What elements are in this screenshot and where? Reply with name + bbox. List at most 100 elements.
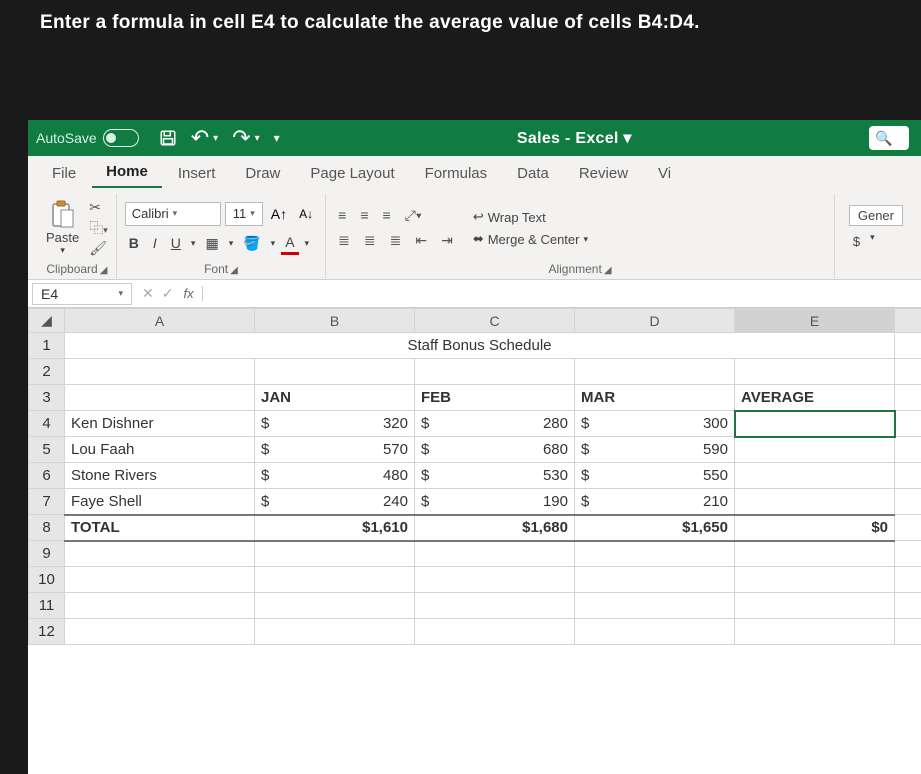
cell[interactable] [65, 541, 255, 567]
cell[interactable] [415, 619, 575, 645]
cell[interactable] [575, 359, 735, 385]
cell[interactable] [895, 411, 921, 437]
bold-button[interactable]: B [125, 233, 143, 253]
fill-color-icon[interactable]: 🪣 [239, 233, 264, 254]
font-name-select[interactable]: Calibri▾ [125, 202, 221, 226]
undo-caret-icon[interactable]: ▾ [213, 133, 218, 144]
cell[interactable] [65, 359, 255, 385]
cell[interactable]: $590 [575, 437, 735, 463]
row-header[interactable]: 8 [29, 515, 65, 541]
cell[interactable]: $530 [415, 463, 575, 489]
tab-data[interactable]: Data [503, 159, 563, 188]
col-header-B[interactable]: B [255, 309, 415, 333]
cell[interactable] [415, 593, 575, 619]
tab-view[interactable]: Vi [644, 159, 685, 188]
save-icon[interactable] [159, 129, 177, 147]
cell[interactable]: $300 [575, 411, 735, 437]
fx-icon[interactable]: fx [183, 286, 202, 301]
row-header[interactable]: 3 [29, 385, 65, 411]
cell[interactable]: TOTAL [65, 515, 255, 541]
cell[interactable] [575, 567, 735, 593]
row-header[interactable]: 11 [29, 593, 65, 619]
formula-input[interactable] [203, 292, 921, 296]
row-header[interactable]: 10 [29, 567, 65, 593]
cell[interactable]: $480 [255, 463, 415, 489]
cell[interactable]: $0 [735, 515, 895, 541]
redo-icon[interactable]: ↷ [232, 125, 250, 151]
cut-icon[interactable]: ✂ [89, 199, 108, 216]
cell[interactable] [735, 619, 895, 645]
cell[interactable] [895, 619, 921, 645]
align-left-icon[interactable]: ≣ [334, 230, 354, 251]
cell[interactable] [255, 593, 415, 619]
cell[interactable] [255, 359, 415, 385]
cell[interactable] [735, 489, 895, 515]
cell[interactable]: Ken Dishner [65, 411, 255, 437]
copy-icon[interactable]: ⿻▾ [89, 218, 108, 238]
cell[interactable] [65, 619, 255, 645]
cell[interactable]: $240 [255, 489, 415, 515]
cell[interactable] [895, 515, 921, 541]
row-header[interactable]: 4 [29, 411, 65, 437]
cell[interactable] [895, 385, 921, 411]
tab-file[interactable]: File [38, 159, 90, 188]
currency-icon[interactable]: $ [849, 232, 864, 251]
font-size-select[interactable]: 11▾ [225, 202, 263, 226]
cell-E4-active[interactable] [735, 411, 895, 437]
paste-caret-icon[interactable]: ▾ [60, 245, 65, 256]
row-header[interactable]: 1 [29, 333, 65, 359]
cell[interactable] [415, 541, 575, 567]
cell[interactable] [895, 541, 921, 567]
format-painter-icon[interactable]: 🖌 [89, 240, 108, 257]
font-color-icon[interactable]: A [281, 232, 298, 255]
cell[interactable] [895, 593, 921, 619]
clipboard-launcher-icon[interactable]: ◢ [100, 265, 108, 276]
cell[interactable] [735, 359, 895, 385]
cell-title[interactable]: Staff Bonus Schedule [65, 333, 895, 359]
cell[interactable] [895, 463, 921, 489]
align-center-icon[interactable]: ≣ [360, 230, 380, 251]
col-header-D[interactable]: D [575, 309, 735, 333]
autosave-switch-icon[interactable] [103, 129, 139, 147]
col-header-A[interactable]: A [65, 309, 255, 333]
cell[interactable]: MAR [575, 385, 735, 411]
cell[interactable]: AVERAGE [735, 385, 895, 411]
col-header-E[interactable]: E [735, 309, 895, 333]
merge-center-button[interactable]: ⬌Merge & Center ▾ [473, 231, 588, 247]
number-format-select[interactable]: Gener [849, 205, 903, 226]
cell[interactable]: $190 [415, 489, 575, 515]
cell[interactable]: $680 [415, 437, 575, 463]
row-header[interactable]: 2 [29, 359, 65, 385]
cell[interactable] [895, 359, 921, 385]
autosave-toggle[interactable]: AutoSave [36, 129, 139, 147]
cell[interactable] [415, 567, 575, 593]
tab-formulas[interactable]: Formulas [411, 159, 502, 188]
cell[interactable] [65, 567, 255, 593]
cell[interactable]: $210 [575, 489, 735, 515]
col-header-F[interactable]: F [895, 309, 921, 333]
increase-font-icon[interactable]: A↑ [267, 204, 291, 224]
cell[interactable] [575, 593, 735, 619]
tab-home[interactable]: Home [92, 157, 162, 188]
undo-icon[interactable]: ↶ [191, 125, 209, 151]
align-middle-icon[interactable]: ≡ [356, 205, 372, 226]
cell[interactable]: $320 [255, 411, 415, 437]
underline-button[interactable]: U [167, 233, 185, 253]
row-header[interactable]: 6 [29, 463, 65, 489]
col-header-C[interactable]: C [415, 309, 575, 333]
align-right-icon[interactable]: ≣ [386, 230, 406, 251]
cell[interactable]: Stone Rivers [65, 463, 255, 489]
cell[interactable]: $1,680 [415, 515, 575, 541]
paste-button[interactable]: Paste ▾ [46, 200, 79, 256]
font-launcher-icon[interactable]: ◢ [230, 265, 238, 276]
decrease-indent-icon[interactable]: ⇤ [411, 230, 431, 251]
select-all-corner[interactable]: ◢ [29, 309, 65, 333]
cell[interactable] [895, 489, 921, 515]
italic-button[interactable]: I [149, 233, 161, 253]
cell[interactable] [895, 567, 921, 593]
cancel-formula-icon[interactable]: ✕ [142, 285, 154, 302]
wrap-text-button[interactable]: ↩Wrap Text [473, 209, 588, 225]
decrease-font-icon[interactable]: A↓ [295, 205, 317, 223]
row-header[interactable]: 9 [29, 541, 65, 567]
cell[interactable]: JAN [255, 385, 415, 411]
